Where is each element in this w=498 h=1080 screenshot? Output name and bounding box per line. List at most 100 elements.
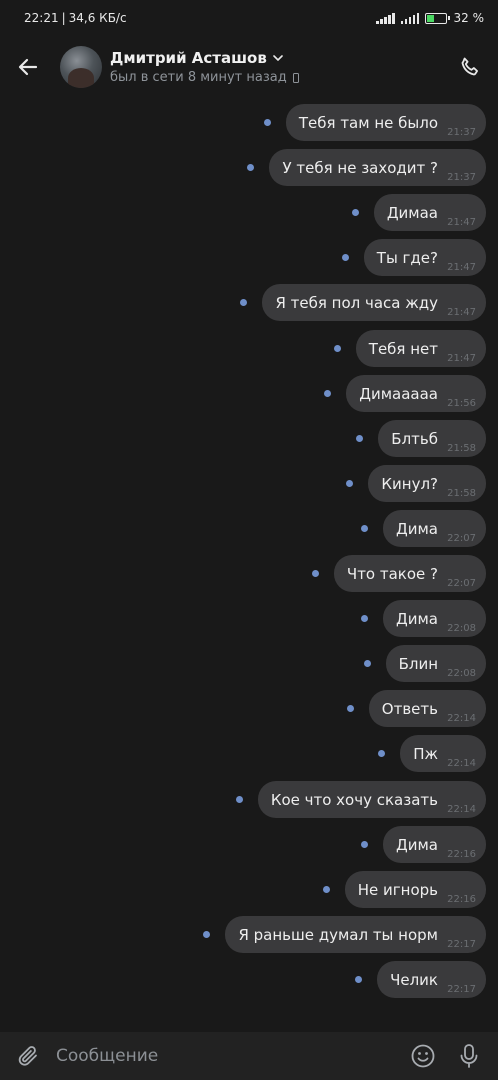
message-row[interactable]: У тебя не заходит ? 21:37 <box>247 149 486 186</box>
message-text: Блтьб <box>391 429 438 448</box>
message-row[interactable]: Я раньше думал ты норм 22:17 <box>203 916 486 953</box>
message-time: 22:17 <box>447 939 476 950</box>
message-text: Кое что хочу сказать <box>270 790 438 809</box>
message-bubble[interactable]: Челик 22:17 <box>377 961 486 998</box>
battery-percent: 32 % <box>453 11 484 25</box>
unread-dot-icon <box>351 209 359 216</box>
status-separator: | <box>61 11 66 25</box>
message-bubble[interactable]: Ты где? 21:47 <box>363 239 486 276</box>
message-bubble[interactable]: Тебя там не было 21:37 <box>285 104 486 141</box>
message-time: 21:37 <box>447 127 476 138</box>
network-speed: 34,6 КБ/с <box>68 11 127 25</box>
microphone-icon <box>460 1044 478 1068</box>
message-bubble[interactable]: Димаа 21:47 <box>373 194 486 231</box>
message-bubble[interactable]: Я раньше думал ты норм 22:17 <box>225 916 486 953</box>
message-row[interactable]: Блин 22:08 <box>363 645 486 682</box>
message-bubble[interactable]: У тебя не заходит ? 21:37 <box>269 149 486 186</box>
battery-icon <box>425 12 451 24</box>
message-bubble[interactable]: Не игнорь 22:16 <box>344 871 486 908</box>
message-time: 21:58 <box>447 443 476 454</box>
message-text: Я раньше думал ты норм <box>238 925 438 944</box>
message-row[interactable]: Димаа 21:47 <box>351 194 486 231</box>
message-row[interactable]: Тебя там не было 21:37 <box>263 104 486 141</box>
message-time: 22:07 <box>447 578 476 589</box>
message-bubble[interactable]: Что такое ? 22:07 <box>333 555 486 592</box>
message-text: Ответь <box>381 699 438 718</box>
avatar[interactable] <box>60 46 102 88</box>
message-time: 21:47 <box>447 307 476 318</box>
message-bubble[interactable]: Блтьб 21:58 <box>378 420 486 457</box>
unread-dot-icon <box>361 525 369 532</box>
message-row[interactable]: Пж 22:14 <box>378 735 486 772</box>
message-row[interactable]: Блтьб 21:58 <box>356 420 486 457</box>
message-row[interactable]: Челик 22:17 <box>355 961 486 998</box>
message-row[interactable]: Дима 22:16 <box>361 826 486 863</box>
voice-button[interactable] <box>446 1032 492 1080</box>
message-row[interactable]: Дима 22:07 <box>361 510 486 547</box>
message-time: 22:07 <box>447 533 476 544</box>
message-time: 22:16 <box>447 849 476 860</box>
message-row[interactable]: Ты где? 21:47 <box>341 239 486 276</box>
smile-icon <box>411 1044 435 1068</box>
message-row[interactable]: Тебя нет 21:47 <box>333 330 486 367</box>
message-row[interactable]: Кое что хочу сказать 22:14 <box>235 781 486 818</box>
message-time: 21:47 <box>447 217 476 228</box>
message-bubble[interactable]: Кое что хочу сказать 22:14 <box>257 781 486 818</box>
message-text: У тебя не заходит ? <box>282 158 438 177</box>
message-time: 22:14 <box>447 758 476 769</box>
message-text: Тебя нет <box>368 339 438 358</box>
contact-info[interactable]: Дмитрий Асташов был в сети 8 минут назад <box>110 49 442 85</box>
message-row[interactable]: Ответь 22:14 <box>346 690 486 727</box>
message-text: Что такое ? <box>346 564 438 583</box>
message-text: Кинул? <box>381 474 438 493</box>
message-input[interactable]: Сообщение <box>56 1046 400 1066</box>
message-row[interactable]: Не игнорь 22:16 <box>322 871 486 908</box>
message-time: 21:37 <box>447 172 476 183</box>
message-time: 22:14 <box>447 804 476 815</box>
message-time: 22:17 <box>447 984 476 995</box>
message-bubble[interactable]: Дима 22:16 <box>383 826 486 863</box>
message-row[interactable]: Дима 22:08 <box>361 600 486 637</box>
message-time: 22:08 <box>447 668 476 679</box>
message-bubble[interactable]: Пж 22:14 <box>400 735 486 772</box>
message-text: Димаа <box>386 203 438 222</box>
message-list[interactable]: Тебя там не было 21:37 У тебя не заходит ?… <box>0 98 498 1032</box>
message-bubble[interactable]: Ответь 22:14 <box>368 690 486 727</box>
message-row[interactable]: Что такое ? 22:07 <box>311 555 486 592</box>
message-time: 21:47 <box>447 353 476 364</box>
unread-dot-icon <box>203 931 211 938</box>
emoji-button[interactable] <box>400 1032 446 1080</box>
message-time: 22:16 <box>447 894 476 905</box>
message-text: Пж <box>413 744 438 763</box>
message-bubble[interactable]: Кинул? 21:58 <box>368 465 486 502</box>
paperclip-icon <box>18 1046 37 1066</box>
attach-button[interactable] <box>0 1032 56 1080</box>
message-text: Я тебя пол часа жду <box>275 293 438 312</box>
message-bubble[interactable]: Блин 22:08 <box>385 645 486 682</box>
back-button[interactable] <box>0 39 56 95</box>
message-text: Дима <box>396 609 438 628</box>
call-button[interactable] <box>442 39 498 95</box>
arrow-left-icon <box>18 58 38 76</box>
message-time: 21:47 <box>447 262 476 273</box>
message-text: Блин <box>398 654 438 673</box>
message-row[interactable]: Димааааа 21:56 <box>324 375 486 412</box>
message-bubble[interactable]: Дима 22:07 <box>383 510 486 547</box>
unread-dot-icon <box>341 254 349 261</box>
phone-icon <box>461 57 478 76</box>
signal-icon <box>376 12 395 24</box>
message-bubble[interactable]: Я тебя пол часа жду 21:47 <box>262 284 486 321</box>
message-bubble[interactable]: Дима 22:08 <box>383 600 486 637</box>
unread-dot-icon <box>311 570 319 577</box>
unread-dot-icon <box>361 615 369 622</box>
message-row[interactable]: Я тебя пол часа жду 21:47 <box>240 284 486 321</box>
message-bubble[interactable]: Димааааа 21:56 <box>346 375 486 412</box>
message-text: Ты где? <box>376 248 438 267</box>
unread-dot-icon <box>363 660 371 667</box>
unread-dot-icon <box>346 705 354 712</box>
unread-dot-icon <box>247 164 255 171</box>
message-time: 21:58 <box>447 488 476 499</box>
message-bubble[interactable]: Тебя нет 21:47 <box>355 330 486 367</box>
message-row[interactable]: Кинул? 21:58 <box>346 465 486 502</box>
message-text: Дима <box>396 835 438 854</box>
